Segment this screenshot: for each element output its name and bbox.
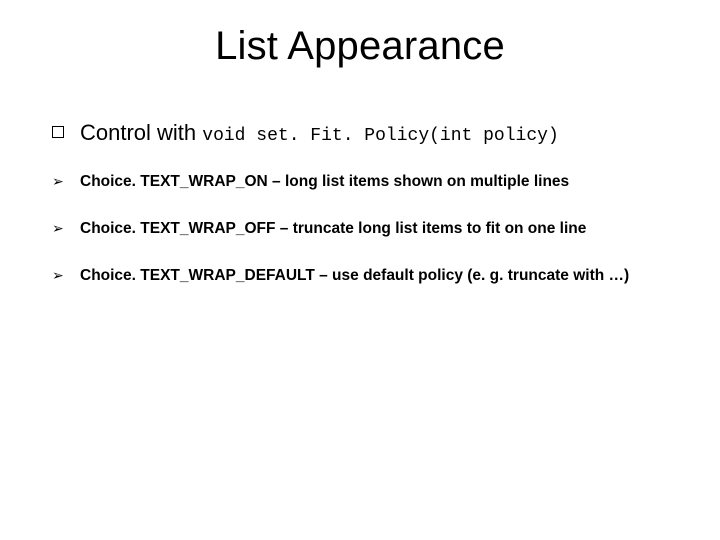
list-item-text: Choice. TEXT_WRAP_OFF – truncate long li… — [80, 219, 586, 240]
lead-text: Control with void set. Fit. Policy(int p… — [80, 120, 559, 146]
square-bullet-icon — [52, 126, 64, 138]
arrow-bullet-icon: ➢ — [52, 220, 66, 237]
list-item: ➢ Choice. TEXT_WRAP_ON – long list items… — [52, 172, 690, 193]
list-item-text: Choice. TEXT_WRAP_ON – long list items s… — [80, 172, 569, 193]
list-item: ➢ Choice. TEXT_WRAP_OFF – truncate long … — [52, 219, 690, 240]
slide-body: Control with void set. Fit. Policy(int p… — [52, 120, 690, 313]
list-item: ➢ Choice. TEXT_WRAP_DEFAULT – use defaul… — [52, 266, 690, 287]
arrow-bullet-icon: ➢ — [52, 267, 66, 284]
slide: List Appearance Control with void set. F… — [0, 0, 720, 540]
arrow-bullet-icon: ➢ — [52, 173, 66, 190]
list-item-text: Choice. TEXT_WRAP_DEFAULT – use default … — [80, 266, 629, 287]
lead-prefix: Control with — [80, 120, 202, 145]
slide-title: List Appearance — [0, 24, 720, 69]
lead-row: Control with void set. Fit. Policy(int p… — [52, 120, 690, 146]
lead-code: void set. Fit. Policy(int policy) — [202, 126, 558, 146]
